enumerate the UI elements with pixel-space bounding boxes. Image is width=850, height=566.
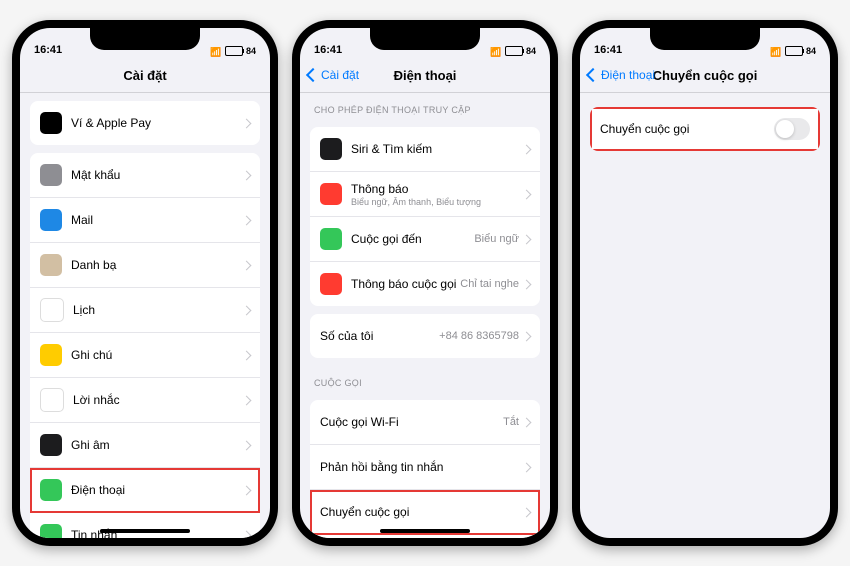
settings-row[interactable]: Tin nhắn (30, 513, 260, 538)
chevron-right-icon (522, 417, 532, 427)
chevron-right-icon (522, 279, 532, 289)
wallet-icon (40, 112, 62, 134)
row-label: Chuyển cuộc gọi (600, 122, 774, 136)
row-label: Ghi chú (71, 348, 243, 362)
chevron-right-icon (522, 144, 532, 154)
chevron-right-icon (242, 395, 252, 405)
chevron-right-icon (242, 440, 252, 450)
status-time: 16:41 (34, 44, 62, 56)
row-label: Điện thoại (71, 483, 243, 497)
chevron-right-icon (242, 305, 252, 315)
settings-row[interactable]: Cuộc gọi Wi-FiTắt (310, 400, 540, 445)
settings-row[interactable]: Danh bạ (30, 243, 260, 288)
settings-row[interactable]: Siri & Tìm kiếm (310, 127, 540, 172)
notch (650, 28, 760, 50)
chevron-right-icon (522, 234, 532, 244)
chevron-right-icon (242, 170, 252, 180)
page-title: Điện thoại (394, 68, 457, 83)
chevron-right-icon (242, 485, 252, 495)
settings-row[interactable]: Cuộc gọi đếnBiểu ngữ (310, 217, 540, 262)
row-value: Biểu ngữ (474, 233, 519, 245)
status-time: 16:41 (594, 44, 622, 56)
siri-icon (320, 138, 342, 160)
settings-row[interactable]: Chờ cuộc gọi (310, 535, 540, 538)
chevron-right-icon (522, 507, 532, 517)
notch (370, 28, 480, 50)
nav-bar: Cài đặt Điện thoại (300, 58, 550, 93)
incall-icon (320, 228, 342, 250)
call-forwarding-row[interactable]: Chuyển cuộc gọi (590, 107, 820, 151)
row-label: Cuộc gọi đến (351, 232, 474, 246)
voice-icon (40, 434, 62, 456)
chevron-right-icon (522, 331, 532, 341)
chevron-right-icon (242, 260, 252, 270)
key-icon (40, 164, 62, 186)
row-label: Thông báo cuộc gọi (351, 277, 460, 291)
row-label: Cuộc gọi Wi-Fi (320, 415, 503, 429)
settings-row[interactable]: Ví & Apple Pay (30, 101, 260, 145)
page-title: Cài đặt (123, 68, 166, 83)
row-value: Chỉ tai nghe (460, 278, 519, 290)
row-label: Thông báo (351, 182, 523, 196)
row-value: Tắt (503, 416, 519, 428)
mail-icon (40, 209, 62, 231)
row-value: +84 86 8365798 (439, 330, 519, 342)
settings-row[interactable]: Ghi chú (30, 333, 260, 378)
msg-icon (40, 524, 62, 538)
chevron-right-icon (522, 189, 532, 199)
phone-phone-settings: 16:41 📶84 Cài đặt Điện thoại CHO PHÉP ĐI… (292, 20, 558, 546)
notes-icon (40, 344, 62, 366)
nav-bar: Điện thoại Chuyển cuộc gọi (580, 58, 830, 93)
notif-icon (320, 183, 342, 205)
chevron-left-icon (306, 68, 320, 82)
row-label: Chuyển cuộc gọi (320, 505, 523, 519)
section-header: CHO PHÉP ĐIỆN THOẠI TRUY CẬP (300, 93, 550, 119)
row-label: Mật khẩu (71, 168, 243, 182)
back-button[interactable]: Điện thoại (588, 68, 655, 82)
chevron-right-icon (242, 530, 252, 538)
page-title: Chuyển cuộc gọi (653, 68, 758, 83)
phone-settings: 16:41 📶84 Cài đặt Ví & Apple PayMật khẩu… (12, 20, 278, 546)
settings-row[interactable]: Thông báoBiểu ngữ, Âm thanh, Biểu tượng (310, 172, 540, 217)
home-indicator[interactable] (380, 529, 470, 533)
row-label: Lịch (73, 303, 243, 317)
cal-icon (40, 298, 64, 322)
row-label: Danh bạ (71, 258, 243, 272)
settings-row[interactable]: Mail (30, 198, 260, 243)
settings-row[interactable]: Thông báo cuộc gọiChỉ tai nghe (310, 262, 540, 306)
contacts-icon (40, 254, 62, 276)
settings-row[interactable]: Lời nhắc (30, 378, 260, 423)
settings-row[interactable]: Ghi âm (30, 423, 260, 468)
row-label: Phản hồi bằng tin nhắn (320, 460, 523, 474)
section-header: CUỘC GỌI (300, 366, 550, 392)
notch (90, 28, 200, 50)
phone-icon (40, 479, 62, 501)
chevron-right-icon (522, 462, 532, 472)
row-label: Số của tôi (320, 329, 439, 343)
row-label: Ví & Apple Pay (71, 116, 243, 130)
chevron-left-icon (586, 68, 600, 82)
chevron-right-icon (242, 215, 252, 225)
row-label: Lời nhắc (73, 393, 243, 407)
settings-row[interactable]: Điện thoại (30, 468, 260, 513)
status-time: 16:41 (314, 44, 342, 56)
home-indicator[interactable] (100, 529, 190, 533)
row-subtitle: Biểu ngữ, Âm thanh, Biểu tượng (351, 197, 523, 207)
settings-row[interactable]: Lịch (30, 288, 260, 333)
row-label: Ghi âm (71, 438, 243, 452)
announce-icon (320, 273, 342, 295)
remind-icon (40, 388, 64, 412)
row-label: Mail (71, 213, 243, 227)
settings-row[interactable]: Số của tôi+84 86 8365798 (310, 314, 540, 358)
settings-row[interactable]: Mật khẩu (30, 153, 260, 198)
chevron-right-icon (242, 118, 252, 128)
toggle-switch[interactable] (774, 118, 810, 140)
settings-row[interactable]: Phản hồi bằng tin nhắn (310, 445, 540, 490)
row-label: Siri & Tìm kiếm (351, 142, 523, 156)
nav-bar: Cài đặt (20, 58, 270, 93)
back-button[interactable]: Cài đặt (308, 68, 359, 82)
chevron-right-icon (242, 350, 252, 360)
phone-call-forwarding: 16:41 📶84 Điện thoại Chuyển cuộc gọi Chu… (572, 20, 838, 546)
